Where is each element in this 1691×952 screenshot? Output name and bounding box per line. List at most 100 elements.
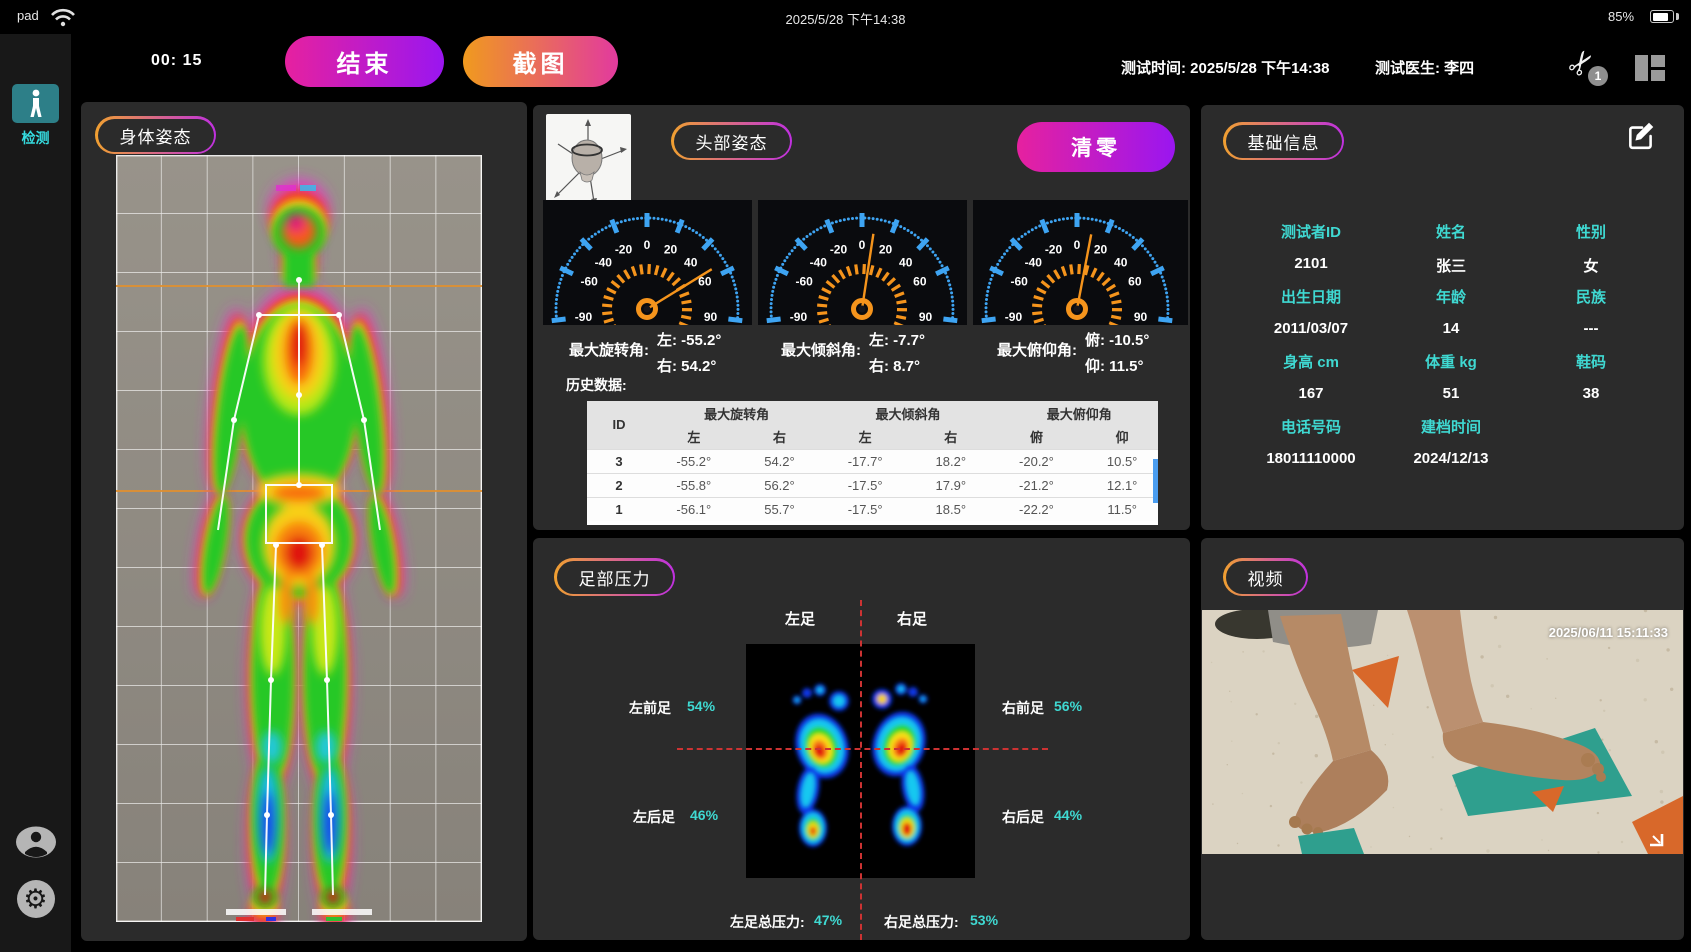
col-sub-header: 左	[651, 425, 737, 449]
reset-button[interactable]: 清零	[1017, 122, 1175, 172]
row-value: 12.1°	[1079, 473, 1158, 497]
info-field-label: 鞋码	[1521, 343, 1661, 372]
right-foot-label: 右足	[897, 608, 927, 629]
svg-text:-60: -60	[795, 275, 813, 289]
svg-text:-20: -20	[615, 242, 633, 256]
info-field-value: 18011110000	[1241, 450, 1381, 467]
col-sub-header: 右	[908, 425, 994, 449]
wifi-icon	[50, 7, 76, 27]
info-field-label: 测试者ID	[1241, 213, 1381, 242]
doctor: 测试医生: 李四	[1375, 57, 1474, 78]
tilt-right-value: 右: 8.7°	[869, 355, 925, 376]
history-table[interactable]: ID最大旋转角最大倾斜角最大俯仰角左右左右俯仰3-55.2°54.2°-17.7…	[587, 401, 1158, 525]
doctor-value: 李四	[1444, 60, 1474, 77]
info-field: 建档时间2024/12/13	[1381, 408, 1521, 472]
foot-pressure-title-pill: 足部压力	[554, 558, 675, 596]
rotation-reading: 最大旋转角: 左: -55.2° 右: 54.2°	[569, 329, 721, 376]
table-row[interactable]: 3-55.2°54.2°-17.7°18.2°-20.2°10.5°	[587, 449, 1158, 473]
svg-text:20: 20	[879, 242, 893, 256]
capture-tool-button[interactable]: ✂ 1	[1566, 44, 1608, 86]
crosshair-horizontal	[677, 748, 1048, 750]
head-axes-thumbnail	[546, 114, 631, 208]
user-avatar-icon[interactable]	[15, 825, 57, 859]
row-value: 18.2°	[908, 449, 994, 473]
pitch-reading-label: 最大俯仰角:	[997, 329, 1077, 376]
body-scan-image	[116, 155, 482, 922]
right-rearfoot-value: 44%	[1054, 807, 1082, 823]
body-posture-title-pill: 身体姿态	[95, 116, 216, 154]
info-field: 身高 cm167	[1241, 343, 1381, 407]
video-title: 视频	[1226, 561, 1306, 594]
svg-text:-20: -20	[830, 242, 848, 256]
svg-text:-90: -90	[575, 310, 593, 324]
svg-text:40: 40	[899, 255, 913, 269]
svg-text:90: 90	[919, 310, 933, 324]
basic-info-title: 基础信息	[1226, 125, 1342, 158]
battery-percent: 85%	[1608, 9, 1634, 24]
right-forefoot-value: 56%	[1054, 698, 1082, 714]
left-total-value: 47%	[814, 912, 842, 928]
battery-icon	[1650, 10, 1674, 23]
info-field: 体重 kg51	[1381, 343, 1521, 407]
tilt-gauge: -90-60-40-20020406090	[758, 200, 967, 325]
status-bar: pad 2025/5/28 下午14:38 85%	[0, 0, 1691, 34]
row-id: 3	[587, 449, 651, 473]
info-field-value: 2024/12/13	[1381, 450, 1521, 467]
screenshot-button[interactable]: 截图	[463, 36, 618, 87]
sidebar-item-detect-label: 检测	[0, 128, 71, 148]
info-field-label: 电话号码	[1241, 408, 1381, 437]
col-group-header: 最大倾斜角	[822, 401, 993, 425]
right-total-value: 53%	[970, 912, 998, 928]
sidebar-item-detect[interactable]	[12, 84, 59, 123]
svg-text:60: 60	[913, 275, 927, 289]
col-header-id: ID	[587, 401, 651, 449]
info-field: 出生日期2011/03/07	[1241, 278, 1381, 342]
left-foot-label: 左足	[785, 608, 815, 629]
fullscreen-corner-icon[interactable]	[1641, 826, 1665, 848]
head-posture-title: 头部姿态	[674, 125, 790, 158]
svg-text:-60: -60	[580, 275, 598, 289]
info-field-label: 体重 kg	[1381, 343, 1521, 372]
settings-gear-icon[interactable]: ⚙	[17, 880, 55, 918]
svg-text:-40: -40	[810, 255, 828, 269]
col-sub-header: 俯	[994, 425, 1080, 449]
test-time: 测试时间: 2025/5/28 下午14:38	[1121, 57, 1329, 78]
info-field-value: ---	[1521, 320, 1661, 337]
test-time-label: 测试时间:	[1121, 60, 1186, 77]
person-icon	[27, 89, 45, 119]
video-frame[interactable]: 2025/06/11 15:11:33	[1202, 610, 1683, 854]
row-value: -20.2°	[994, 449, 1080, 473]
pitch-up-value: 仰: 11.5°	[1085, 355, 1149, 376]
info-field: 性别女	[1521, 213, 1661, 277]
test-time-value: 2025/5/28 下午14:38	[1190, 60, 1329, 77]
col-sub-header: 左	[822, 425, 908, 449]
basic-info-title-pill: 基础信息	[1223, 122, 1344, 160]
info-field-label: 民族	[1521, 278, 1661, 307]
table-scrollbar[interactable]	[1153, 459, 1158, 503]
info-field-label: 年龄	[1381, 278, 1521, 307]
col-sub-header: 仰	[1079, 425, 1158, 449]
table-row[interactable]: 1-56.1°55.7°-17.5°18.5°-22.2°11.5°	[587, 497, 1158, 521]
crosshair-vertical	[860, 600, 862, 940]
info-field: 姓名张三	[1381, 213, 1521, 277]
left-forefoot-value: 54%	[687, 698, 715, 714]
edit-icon[interactable]	[1625, 119, 1657, 151]
info-field-value: 2011/03/07	[1241, 320, 1381, 337]
foot-pressure-title: 足部压力	[557, 561, 673, 594]
right-total-label: 右足总压力:	[884, 912, 959, 932]
info-field-value: 张三	[1381, 255, 1521, 276]
pitch-gauge: -90-60-40-20020406090	[973, 200, 1188, 325]
head-posture-panel: 头部姿态 清零 -90-60-40-20020406090 -90-60-40-…	[533, 105, 1190, 530]
table-row[interactable]: 2-55.8°56.2°-17.5°17.9°-21.2°12.1°	[587, 473, 1158, 497]
row-value: -21.2°	[994, 473, 1080, 497]
svg-text:40: 40	[1114, 255, 1128, 269]
end-button[interactable]: 结束	[285, 36, 444, 87]
body-posture-panel: 身体姿态	[81, 102, 527, 941]
svg-text:40: 40	[684, 255, 698, 269]
session-timer: 00: 15	[151, 52, 202, 70]
svg-text:-90: -90	[790, 310, 808, 324]
layout-grid-icon[interactable]	[1634, 52, 1666, 84]
info-field-value: 14	[1381, 320, 1521, 337]
info-field-value: 38	[1521, 385, 1661, 402]
info-field: 电话号码 18011110000	[1241, 408, 1381, 472]
